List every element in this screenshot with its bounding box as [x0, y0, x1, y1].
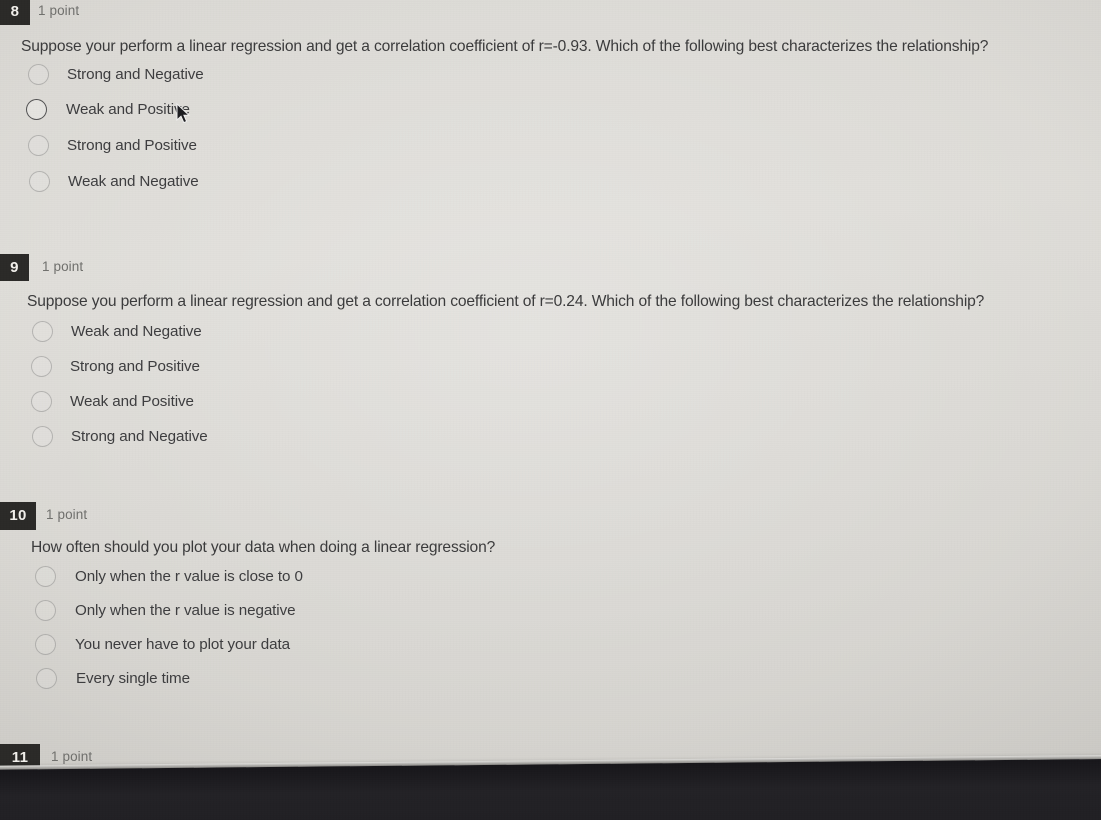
option-row-8-2[interactable]: Weak and Positive: [26, 99, 190, 120]
question-header-9: 9 1 point: [0, 254, 1101, 281]
radio-button-icon[interactable]: [29, 171, 50, 192]
option-label: Only when the r value is negative: [75, 602, 296, 619]
option-row-10-4[interactable]: Every single time: [36, 668, 190, 689]
question-block-8: 8 1 point Suppose your perform a linear …: [0, 0, 1101, 192]
radio-button-icon[interactable]: [32, 426, 53, 447]
radio-button-icon[interactable]: [35, 566, 56, 587]
monitor-bezel: [0, 758, 1101, 820]
option-label: Every single time: [76, 670, 190, 687]
option-label: Weak and Positive: [70, 393, 194, 410]
option-row-8-1[interactable]: Strong and Negative: [28, 64, 204, 85]
option-label: Weak and Negative: [68, 173, 199, 190]
option-label: Strong and Negative: [71, 428, 208, 445]
question-block-9: 9 1 point Suppose you perform a linear r…: [0, 254, 1101, 447]
option-row-9-4[interactable]: Strong and Negative: [32, 426, 208, 447]
question-number-badge-9: 9: [0, 254, 29, 281]
radio-button-icon[interactable]: [26, 99, 47, 120]
question-header-8: 8 1 point: [0, 0, 1101, 25]
question-text-8: Suppose your perform a linear regression…: [21, 38, 989, 55]
option-label: Weak and Negative: [71, 323, 202, 340]
radio-button-icon[interactable]: [28, 64, 49, 85]
question-points-10: 1 point: [46, 507, 88, 522]
quiz-screen-photo: 8 1 point Suppose your perform a linear …: [0, 0, 1101, 820]
option-row-9-3[interactable]: Weak and Positive: [31, 391, 194, 412]
option-label: Weak and Positive: [66, 101, 190, 118]
question-block-10: 10 1 point How often should you plot you…: [0, 502, 1101, 689]
question-points-8: 1 point: [38, 3, 80, 18]
option-row-10-3[interactable]: You never have to plot your data: [35, 634, 290, 655]
radio-button-icon[interactable]: [31, 391, 52, 412]
option-row-8-3[interactable]: Strong and Positive: [28, 135, 197, 156]
question-header-10: 10 1 point: [0, 502, 1101, 530]
question-text-10: How often should you plot your data when…: [31, 539, 496, 556]
question-points-9: 1 point: [42, 259, 84, 274]
question-points-11: 1 point: [51, 749, 93, 764]
question-number-badge-10: 10: [0, 502, 36, 530]
option-label: Strong and Positive: [70, 358, 200, 375]
radio-button-icon[interactable]: [32, 321, 53, 342]
question-text-9: Suppose you perform a linear regression …: [27, 293, 985, 310]
radio-button-icon[interactable]: [35, 600, 56, 621]
option-label: Only when the r value is close to 0: [75, 568, 303, 585]
option-row-10-1[interactable]: Only when the r value is close to 0: [35, 566, 303, 587]
option-row-9-1[interactable]: Weak and Negative: [32, 321, 202, 342]
option-label: Strong and Negative: [67, 66, 204, 83]
option-row-8-4[interactable]: Weak and Negative: [29, 171, 199, 192]
radio-button-icon[interactable]: [36, 668, 57, 689]
option-row-9-2[interactable]: Strong and Positive: [31, 356, 200, 377]
question-number-badge-8: 8: [0, 0, 30, 25]
option-row-10-2[interactable]: Only when the r value is negative: [35, 600, 296, 621]
radio-button-icon[interactable]: [35, 634, 56, 655]
radio-button-icon[interactable]: [31, 356, 52, 377]
option-label: Strong and Positive: [67, 137, 197, 154]
radio-button-icon[interactable]: [28, 135, 49, 156]
option-label: You never have to plot your data: [75, 636, 290, 653]
